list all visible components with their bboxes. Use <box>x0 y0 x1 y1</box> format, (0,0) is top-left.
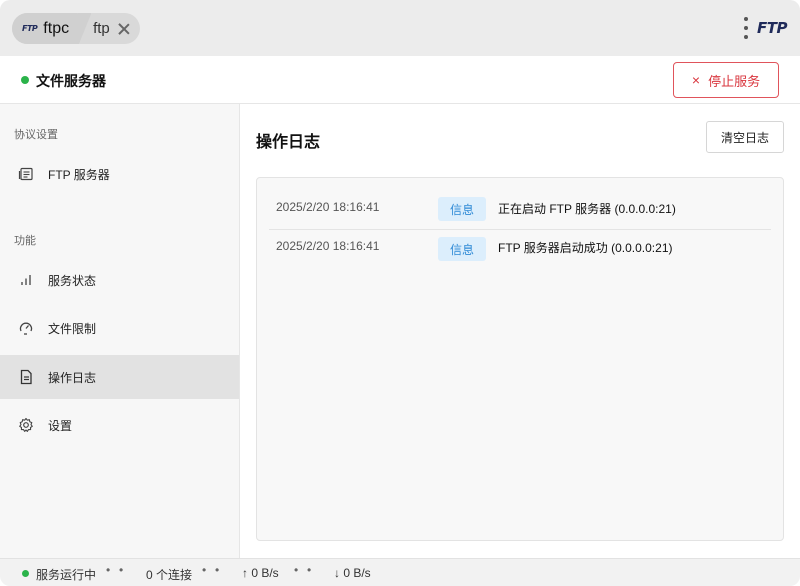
separator: • <box>294 563 299 577</box>
sidebar-item-file-limit[interactable]: 文件限制 <box>0 306 239 350</box>
page-header: 文件服务器 × 停止服务 <box>0 56 800 104</box>
separator: • <box>202 563 207 577</box>
sidebar-item-label: 设置 <box>48 418 73 433</box>
running-indicator-icon <box>22 570 29 577</box>
section-title: 操作日志 <box>256 134 321 151</box>
sidebar-item-label: 文件限制 <box>48 321 97 336</box>
document-icon <box>18 369 34 385</box>
sidebar: 协议设置 FTP 服务器 功能 服务状态 文件限制 操作日志 设置 <box>0 104 240 558</box>
stop-service-button[interactable]: × 停止服务 <box>673 62 779 98</box>
download-speed: ↓ 0 B/s <box>334 566 371 580</box>
log-list: 2025/2/20 18:16:41 信息 正在启动 FTP 服务器 (0.0.… <box>256 177 784 541</box>
log-entry: 2025/2/20 18:16:41 信息 FTP 服务器启动成功 (0.0.0… <box>269 230 771 270</box>
sidebar-item-settings[interactable]: 设置 <box>0 403 239 447</box>
gear-icon <box>18 417 34 433</box>
log-message: 正在启动 FTP 服务器 (0.0.0.0:21) <box>498 202 676 216</box>
status-indicator-icon <box>21 76 29 84</box>
stop-service-label: 停止服务 <box>708 73 761 89</box>
close-icon[interactable] <box>118 23 130 35</box>
more-menu-icon[interactable] <box>743 17 749 39</box>
log-message: FTP 服务器启动成功 (0.0.0.0:21) <box>498 241 673 255</box>
tab-ftpc[interactable]: FTP ftpc <box>12 13 78 44</box>
tab-ftp[interactable]: ftp <box>91 13 140 44</box>
main-content: 操作日志 清空日志 2025/2/20 18:16:41 信息 正在启动 FTP… <box>240 104 800 558</box>
title-bar: FTP ftpc ftp FTP <box>0 0 800 56</box>
app-window: FTP ftpc ftp FTP 文件服务器 × 停止服务 协议设置 FTP 服… <box>0 0 800 586</box>
sidebar-item-operation-log[interactable]: 操作日志 <box>0 355 239 399</box>
upload-speed: ↑ 0 B/s <box>242 566 279 580</box>
status-bar: 服务运行中 • • 0 个连接 • • ↑ 0 B/s • • ↓ 0 B/s <box>0 558 800 586</box>
separator: • <box>215 563 220 577</box>
log-level-badge: 信息 <box>438 197 486 221</box>
brand-logo: FTP <box>757 19 787 37</box>
ftp-app-icon: FTP <box>22 24 38 33</box>
page-title: 文件服务器 <box>36 73 106 89</box>
tab-strip: FTP ftpc ftp <box>12 13 140 44</box>
server-icon <box>18 166 34 182</box>
tab-divider <box>77 13 91 44</box>
separator: • <box>307 563 312 577</box>
sidebar-section-protocol: 协议设置 <box>14 129 58 141</box>
tab-label: ftpc <box>43 19 70 37</box>
sidebar-item-label: 服务状态 <box>48 273 97 288</box>
connection-count: 0 个连接 <box>146 568 193 582</box>
close-icon: × <box>691 72 701 88</box>
log-timestamp: 2025/2/20 18:16:41 <box>276 200 380 214</box>
sidebar-section-features: 功能 <box>14 235 36 247</box>
sidebar-item-label: FTP 服务器 <box>48 167 110 182</box>
sidebar-item-service-status[interactable]: 服务状态 <box>0 258 239 302</box>
clear-log-button[interactable]: 清空日志 <box>706 121 784 153</box>
service-running-status: 服务运行中 <box>36 568 97 582</box>
separator: • <box>106 563 111 577</box>
log-timestamp: 2025/2/20 18:16:41 <box>276 239 380 253</box>
separator: • <box>119 563 124 577</box>
sidebar-item-ftp-server[interactable]: FTP 服务器 <box>0 152 239 196</box>
tab-label: ftp <box>93 20 110 37</box>
sidebar-item-label: 操作日志 <box>48 370 97 385</box>
log-entry: 2025/2/20 18:16:41 信息 正在启动 FTP 服务器 (0.0.… <box>269 190 771 230</box>
bar-chart-icon <box>18 272 34 288</box>
log-level-badge: 信息 <box>438 237 486 261</box>
speed-limit-icon <box>18 320 34 336</box>
